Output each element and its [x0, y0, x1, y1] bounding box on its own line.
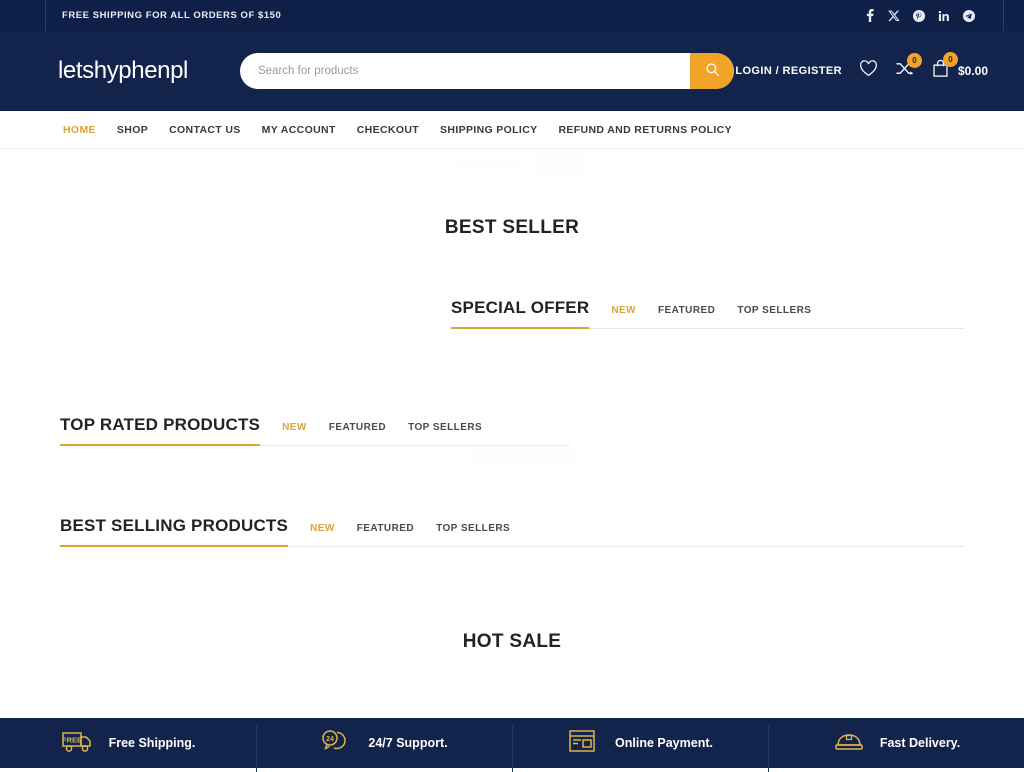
cart-total-amount: $0.00: [958, 64, 988, 78]
special-offer-tabs: SPECIAL OFFER NEW FEATURED TOP SELLERS: [451, 298, 811, 329]
social-links: [864, 9, 989, 22]
hot-sale-title: HOT SALE: [0, 631, 1024, 653]
cart-icon-wrap: 0: [931, 59, 950, 83]
feature-label: Fast Delivery.: [880, 736, 960, 750]
placeholder-block: [470, 449, 580, 467]
search-button[interactable]: [690, 53, 734, 89]
tab-top-rated-products[interactable]: TOP RATED PRODUCTS: [60, 415, 260, 446]
tab-top-rated-top-sellers[interactable]: TOP SELLERS: [408, 422, 482, 444]
compare-count-badge: 0: [907, 53, 922, 68]
topbar-left-group: FREE SHIPPING FOR ALL ORDERS OF $150: [45, 0, 281, 31]
heart-icon: [859, 60, 878, 82]
free-shipping-note: FREE SHIPPING FOR ALL ORDERS OF $150: [46, 10, 281, 21]
tab-top-rated-new[interactable]: NEW: [282, 422, 307, 444]
special-offer-tabrow: SPECIAL OFFER NEW FEATURED TOP SELLERS: [451, 295, 964, 329]
top-rated-products-tabrow: TOP RATED PRODUCTS NEW FEATURED TOP SELL…: [60, 412, 570, 446]
support-24-7-icon: 24: [320, 726, 354, 761]
footer-features-bar: FREE Free Shipping. 24 24/7 Support.: [0, 718, 1024, 768]
tab-best-selling-featured[interactable]: FEATURED: [357, 523, 414, 545]
nav-item-my-account[interactable]: MY ACCOUNT: [262, 124, 336, 136]
topbar-divider-right: [1003, 0, 1004, 31]
top-rated-products-tabs: TOP RATED PRODUCTS NEW FEATURED TOP SELL…: [60, 415, 482, 446]
tab-best-selling-products[interactable]: BEST SELLING PRODUCTS: [60, 516, 288, 547]
feature-24-7-support: 24 24/7 Support.: [256, 718, 512, 768]
nav-item-checkout[interactable]: CHECKOUT: [357, 124, 419, 136]
search-icon: [705, 62, 720, 80]
feature-online-payment: Online Payment.: [512, 718, 768, 768]
tab-best-selling-top-sellers[interactable]: TOP SELLERS: [436, 523, 510, 545]
search-bar: [240, 53, 734, 89]
nav-item-shipping-policy[interactable]: SHIPPING POLICY: [440, 124, 537, 136]
facebook-icon[interactable]: [864, 9, 875, 22]
main-navigation: HOME SHOP CONTACT US MY ACCOUNT CHECKOUT…: [0, 111, 1024, 149]
nav-item-contact-us[interactable]: CONTACT US: [169, 124, 241, 136]
feature-label: Online Payment.: [615, 736, 713, 750]
feature-label: 24/7 Support.: [368, 736, 447, 750]
best-seller-title: BEST SELLER: [0, 217, 1024, 239]
placeholder-block: [530, 153, 590, 177]
wishlist-button[interactable]: [859, 60, 878, 82]
header-actions: LOGIN / REGISTER 0 0 $0.00: [735, 59, 988, 83]
svg-text:24: 24: [327, 735, 335, 742]
tab-special-offer-top-sellers[interactable]: TOP SELLERS: [737, 305, 811, 327]
linkedin-icon[interactable]: [938, 10, 950, 22]
tab-best-selling-new[interactable]: NEW: [310, 523, 335, 545]
best-selling-products-tabs: BEST SELLING PRODUCTS NEW FEATURED TOP S…: [60, 516, 510, 547]
fast-delivery-cap-icon: [832, 726, 866, 761]
pinterest-icon[interactable]: [913, 10, 925, 22]
topbar-right-group: [864, 0, 1004, 31]
feature-free-shipping: FREE Free Shipping.: [0, 718, 256, 768]
site-header: letshyphenpl LOGIN / REGISTER 0: [0, 31, 1024, 111]
login-register-link[interactable]: LOGIN / REGISTER: [735, 65, 842, 77]
best-selling-products-tabrow: BEST SELLING PRODUCTS NEW FEATURED TOP S…: [60, 513, 964, 547]
x-twitter-icon[interactable]: [888, 10, 900, 22]
search-input[interactable]: [240, 53, 690, 89]
nav-item-shop[interactable]: SHOP: [117, 124, 148, 136]
placeholder-block: [450, 157, 520, 171]
tab-top-rated-featured[interactable]: FEATURED: [329, 422, 386, 444]
main-content: BEST SELLER SPECIAL OFFER NEW FEATURED T…: [0, 149, 1024, 698]
compare-button[interactable]: 0: [895, 60, 914, 82]
tab-special-offer[interactable]: SPECIAL OFFER: [451, 298, 589, 329]
top-announcement-bar: FREE SHIPPING FOR ALL ORDERS OF $150: [0, 0, 1024, 31]
feature-label: Free Shipping.: [109, 736, 196, 750]
telegram-icon[interactable]: [963, 10, 975, 22]
free-shipping-truck-icon: FREE: [61, 726, 95, 761]
cart-button[interactable]: 0 $0.00: [931, 59, 988, 83]
site-logo[interactable]: letshyphenpl: [58, 57, 218, 85]
tab-special-offer-new[interactable]: NEW: [611, 305, 636, 327]
svg-text:FREE: FREE: [62, 735, 82, 744]
cart-count-badge: 0: [943, 52, 958, 67]
feature-fast-delivery: Fast Delivery.: [768, 718, 1024, 768]
tab-special-offer-featured[interactable]: FEATURED: [658, 305, 715, 327]
nav-item-home[interactable]: HOME: [63, 124, 96, 136]
online-payment-icon: [567, 726, 601, 761]
nav-item-refund-returns-policy[interactable]: REFUND AND RETURNS POLICY: [558, 124, 731, 136]
